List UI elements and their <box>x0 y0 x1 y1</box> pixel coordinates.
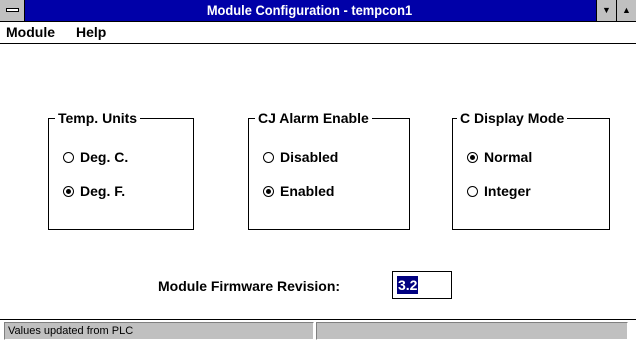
menu-bar: Module Help <box>0 22 636 44</box>
cj-alarm-enable-group: CJ Alarm Enable Disabled Enabled <box>248 109 410 230</box>
radio-deg-c[interactable]: Deg. C. <box>63 147 128 167</box>
minimize-button[interactable]: ▼ <box>596 0 616 21</box>
radio-deg-f-label: Deg. F. <box>80 183 126 199</box>
module-configuration-window: Module Configuration - tempcon1 ▼ ▲ Modu… <box>0 0 636 351</box>
radio-disabled-label: Disabled <box>280 149 339 165</box>
radio-circle-icon <box>63 151 74 163</box>
title-bar[interactable]: Module Configuration - tempcon1 ▼ ▲ <box>0 0 636 22</box>
radio-circle-icon <box>467 151 478 163</box>
menu-help[interactable]: Help <box>76 22 106 43</box>
system-menu-button[interactable] <box>0 0 25 21</box>
radio-disabled[interactable]: Disabled <box>263 147 338 167</box>
radio-deg-f[interactable]: Deg. F. <box>63 181 125 201</box>
radio-integer[interactable]: Integer <box>467 181 531 201</box>
firmware-revision-label: Module Firmware Revision: <box>158 278 341 294</box>
radio-deg-c-label: Deg. C. <box>80 149 129 165</box>
triangle-up-icon: ▲ <box>622 5 631 15</box>
firmware-revision-value: 3.2 <box>397 276 419 294</box>
status-pane-secondary <box>316 322 628 340</box>
status-bar: Values updated from PLC <box>0 319 636 351</box>
radio-circle-icon <box>467 185 478 197</box>
triangle-down-icon: ▼ <box>602 5 611 15</box>
menu-module-label: Module <box>6 24 55 40</box>
status-pane-main: Values updated from PLC <box>4 322 314 340</box>
radio-circle-icon <box>263 151 274 163</box>
radio-normal-label: Normal <box>484 149 533 165</box>
radio-integer-label: Integer <box>484 183 531 199</box>
c-display-mode-group: C Display Mode Normal Integer <box>452 109 610 230</box>
status-text: Values updated from PLC <box>8 325 134 337</box>
radio-circle-icon <box>263 185 274 197</box>
radio-circle-icon <box>63 185 74 197</box>
radio-enabled-label: Enabled <box>280 183 335 199</box>
firmware-revision-field[interactable]: 3.2 <box>392 271 452 299</box>
maximize-button[interactable]: ▲ <box>616 0 636 21</box>
radio-enabled[interactable]: Enabled <box>263 181 334 201</box>
window-title: Module Configuration - tempcon1 <box>206 2 413 18</box>
temp-units-group: Temp. Units Deg. C. Deg. F. <box>48 109 194 230</box>
radio-normal[interactable]: Normal <box>467 147 532 167</box>
menu-module[interactable]: Module <box>6 22 55 43</box>
system-menu-icon <box>6 8 19 12</box>
menu-help-label: Help <box>76 24 107 40</box>
c-display-mode-title: C Display Mode <box>457 109 568 127</box>
cj-alarm-enable-title: CJ Alarm Enable <box>255 109 372 127</box>
temp-units-title: Temp. Units <box>55 109 141 127</box>
